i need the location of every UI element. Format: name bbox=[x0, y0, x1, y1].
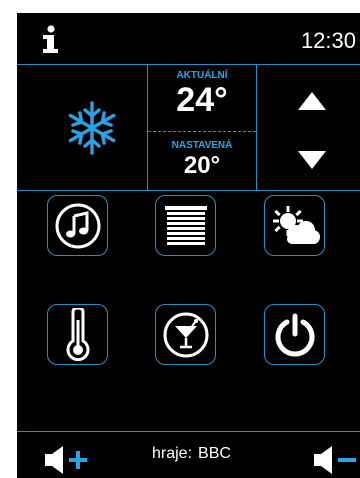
power-icon bbox=[275, 313, 314, 356]
divider-bottom bbox=[17, 431, 360, 432]
actual-temp-value: 24° bbox=[176, 81, 228, 119]
volume-up-icon[interactable] bbox=[45, 446, 91, 474]
now-playing-label: hraje: bbox=[152, 445, 193, 462]
volume-down-icon[interactable] bbox=[314, 446, 360, 474]
temp-down-arrow-icon[interactable] bbox=[297, 150, 327, 170]
blinds-button[interactable] bbox=[155, 195, 216, 256]
music-icon bbox=[55, 203, 100, 248]
blinds-icon bbox=[164, 205, 207, 245]
divider-right bbox=[256, 64, 257, 190]
set-temp-label: NASTAVENÁ bbox=[171, 140, 233, 151]
info-icon[interactable] bbox=[39, 25, 61, 53]
actual-temp-label: AKTUÁLNÍ bbox=[176, 70, 228, 81]
temperature-button[interactable] bbox=[47, 304, 108, 365]
temp-up-arrow-icon[interactable] bbox=[297, 91, 327, 111]
snowflake-icon[interactable] bbox=[65, 101, 119, 155]
divider-middle bbox=[17, 190, 360, 191]
clock: 12:30 bbox=[300, 28, 356, 53]
weather-button[interactable] bbox=[264, 195, 325, 256]
cocktail-icon bbox=[163, 312, 208, 357]
top-bar: 12:30 bbox=[17, 13, 360, 64]
power-button[interactable] bbox=[264, 304, 325, 365]
weather-icon bbox=[272, 205, 320, 244]
device-screen: 12:30 AKTUÁLNÍ 24° NASTAVENÁ 20° hraje: … bbox=[17, 13, 360, 478]
temp-separator bbox=[148, 131, 256, 132]
now-playing-station: BBC bbox=[198, 445, 231, 462]
thermometer-icon bbox=[66, 307, 89, 361]
now-playing: hraje: BBC bbox=[152, 445, 237, 463]
bar-button[interactable] bbox=[155, 304, 216, 365]
divider-top bbox=[17, 64, 360, 65]
set-temp-value: 20° bbox=[183, 152, 221, 179]
music-button[interactable] bbox=[47, 195, 108, 256]
